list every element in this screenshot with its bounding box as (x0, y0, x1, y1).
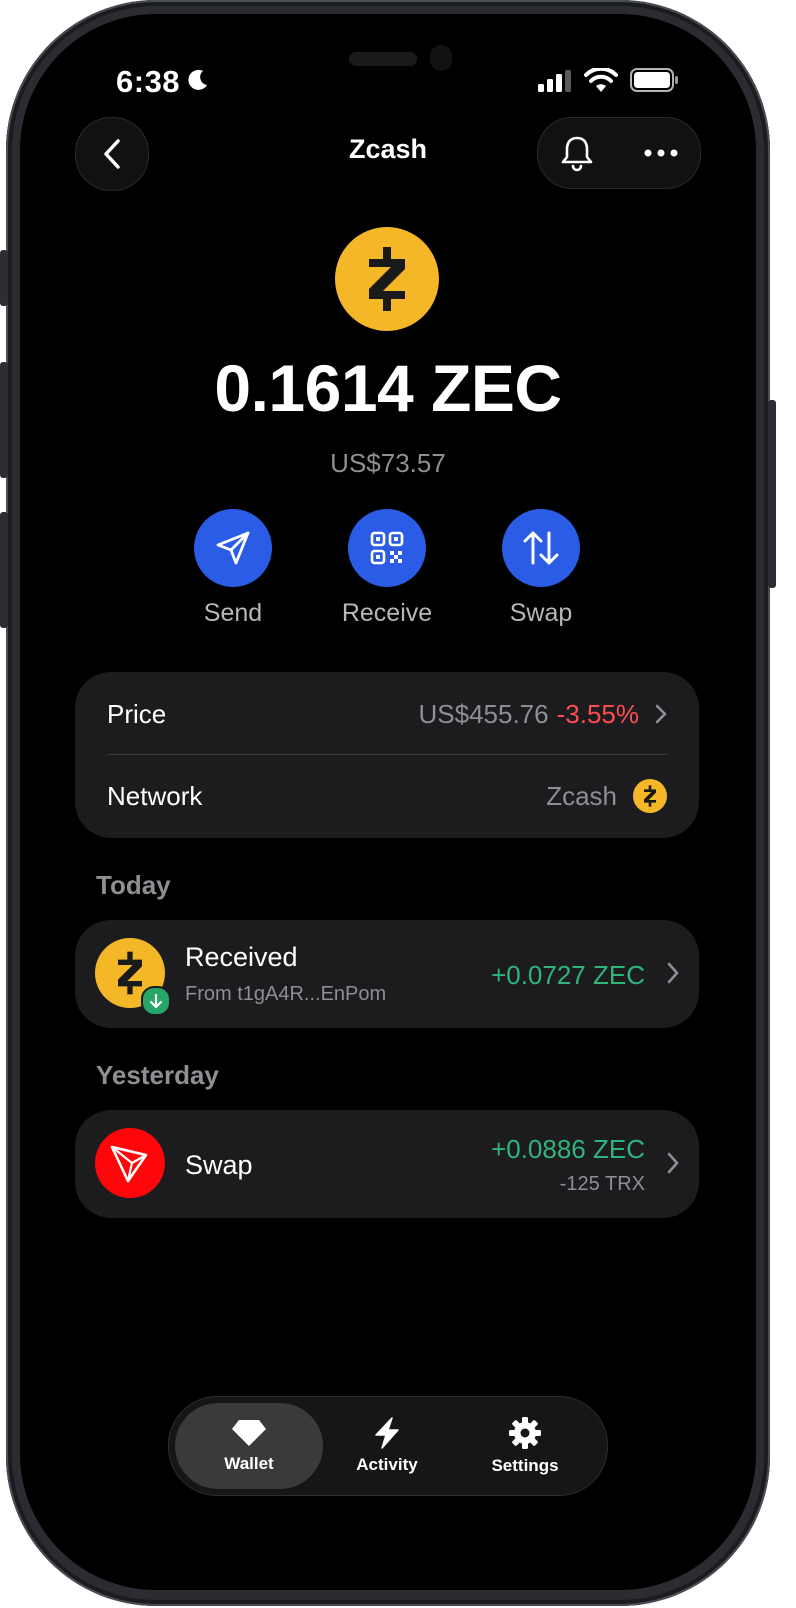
network-label: Network (107, 780, 203, 811)
battery-icon (630, 68, 678, 92)
network-value-group: Zcash (546, 779, 667, 813)
zcash-logo-icon (335, 227, 439, 331)
receive-label: Receive (341, 599, 433, 627)
send-button[interactable] (194, 509, 272, 587)
tab-settings-label: Settings (491, 1456, 559, 1475)
transaction-swap[interactable]: Swap +0.0886 ZEC -125 TRX (75, 1110, 699, 1218)
section-title-today: Today (96, 870, 171, 900)
swap-arrows-icon (523, 531, 559, 565)
price-row[interactable]: Price US$455.76 -3.55% (107, 674, 667, 754)
transaction-subtitle: From t1gA4R...EnPom (185, 983, 387, 1005)
chevron-right-icon (667, 962, 679, 984)
receive-button[interactable] (348, 509, 426, 587)
ellipsis-icon (644, 149, 678, 157)
chevron-right-icon (655, 704, 667, 724)
tab-activity[interactable]: Activity (313, 1403, 461, 1489)
transaction-title: Received (185, 942, 298, 972)
header-actions (537, 117, 701, 189)
arrow-down-icon (141, 986, 171, 1016)
back-button[interactable] (75, 117, 149, 191)
volume-up-button (0, 362, 8, 478)
price-value-group: US$455.76 -3.55% (419, 699, 668, 730)
transaction-received[interactable]: Received From t1gA4R...EnPom +0.0727 ZEC (75, 920, 699, 1028)
price-value: US$455.76 (418, 698, 549, 729)
qr-code-icon (370, 531, 404, 565)
network-row: Network Zcash (107, 756, 667, 836)
chevron-left-icon (104, 139, 120, 169)
tab-wallet[interactable]: Wallet (175, 1403, 323, 1489)
action-button (0, 250, 8, 306)
gear-icon (509, 1417, 541, 1449)
asset-info-card: Price US$455.76 -3.55% Network Zcash (75, 672, 699, 838)
zcash-icon (633, 779, 667, 813)
notifications-button[interactable] (538, 118, 616, 188)
transaction-amount: +0.0886 ZEC (491, 1134, 645, 1164)
asset-balance: 0.1614 ZEC (214, 351, 562, 425)
swap-label: Swap (509, 599, 573, 627)
send-action[interactable]: Send (173, 509, 293, 628)
tab-bar: Wallet Activity Settings (168, 1396, 608, 1496)
volume-down-button (0, 512, 8, 628)
transaction-amount: +0.0727 ZEC (491, 960, 645, 990)
cellular-signal-icon (538, 70, 571, 92)
send-label: Send (203, 599, 263, 627)
tab-activity-label: Activity (356, 1455, 418, 1474)
status-time: 6:38 (116, 64, 181, 99)
receive-action[interactable]: Receive (327, 509, 447, 628)
network-value: Zcash (546, 780, 617, 811)
more-options-button[interactable] (622, 118, 700, 188)
fiat-value: US$73.57 (330, 448, 446, 478)
bell-icon (561, 136, 593, 172)
tab-wallet-label: Wallet (224, 1454, 274, 1473)
transaction-secondary-amount: -125 TRX (559, 1173, 645, 1195)
transaction-title: Swap (185, 1150, 253, 1180)
price-change: -3.55% (556, 698, 639, 729)
gem-icon (232, 1420, 266, 1446)
tron-icon (95, 1128, 165, 1198)
wifi-icon (584, 68, 618, 92)
power-button (768, 400, 776, 588)
section-title-yesterday: Yesterday (96, 1060, 219, 1090)
tab-settings[interactable]: Settings (451, 1403, 599, 1489)
screen: 6:38 Zcash 0.1614 ZEC US$73.57 Send Rece… (20, 14, 756, 1590)
lightning-icon (375, 1417, 399, 1449)
divider (107, 754, 667, 755)
page-title: Zcash (348, 134, 428, 164)
send-icon (216, 531, 250, 565)
swap-action[interactable]: Swap (481, 509, 601, 628)
price-label: Price (107, 698, 167, 729)
chevron-right-icon (667, 1152, 679, 1174)
earpiece (349, 52, 417, 66)
swap-button[interactable] (502, 509, 580, 587)
front-camera (430, 45, 452, 71)
moon-icon (188, 69, 207, 90)
